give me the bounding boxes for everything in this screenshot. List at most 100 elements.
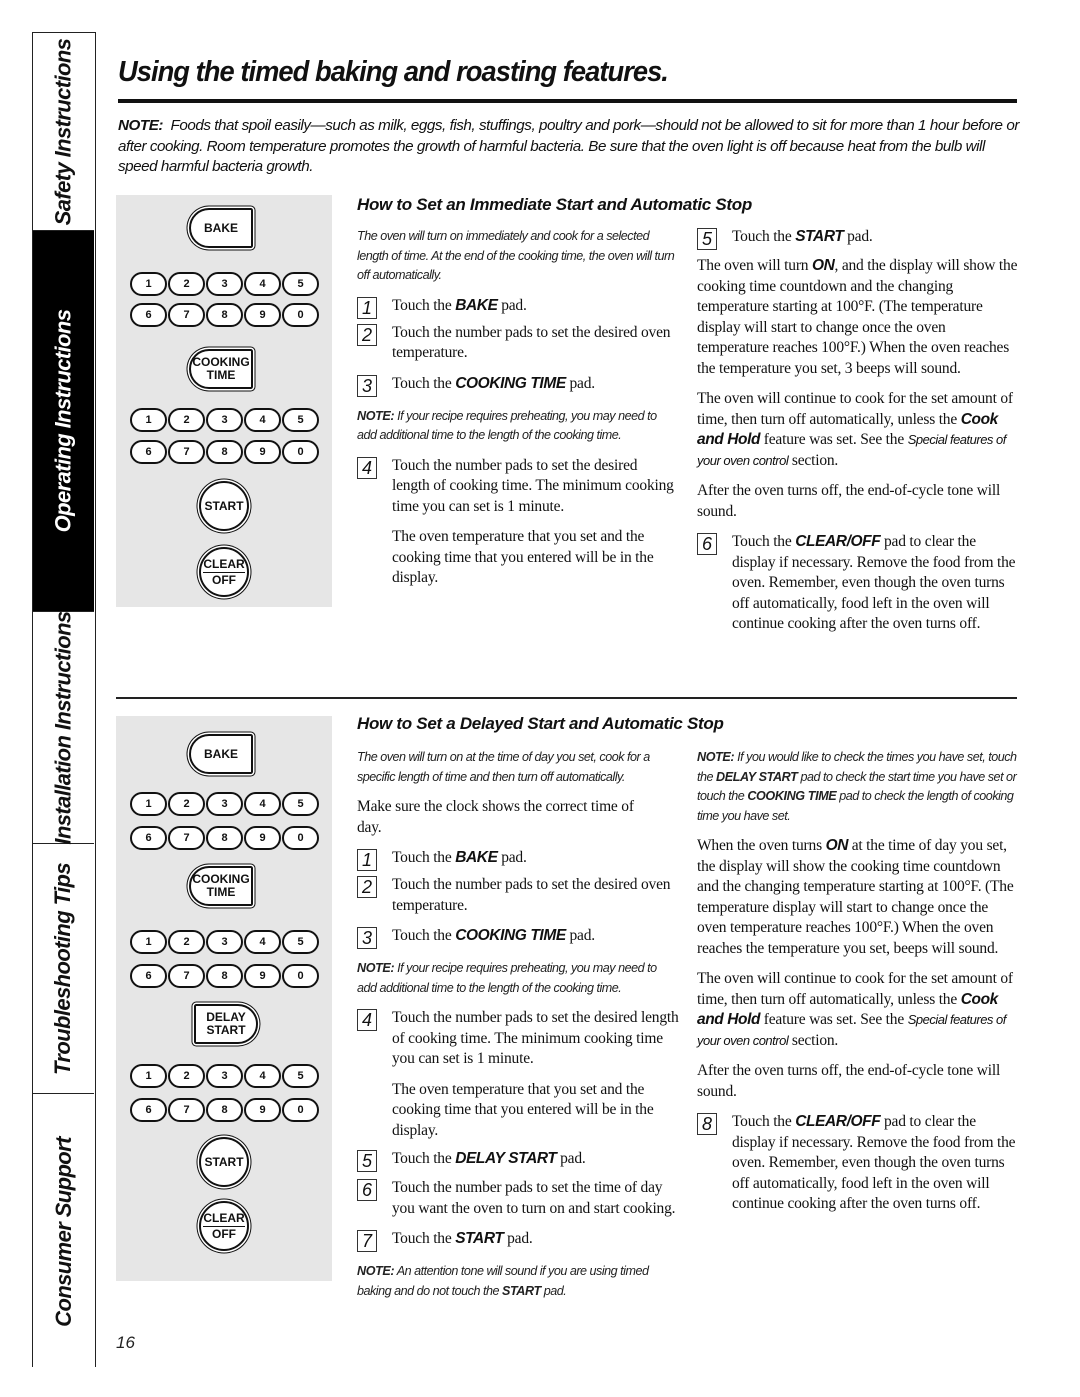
number-pad[interactable]: 8	[206, 303, 243, 327]
number-pad[interactable]: 2	[168, 1064, 205, 1088]
number-pad[interactable]: 1	[130, 272, 167, 296]
number-pad[interactable]: 8	[206, 1098, 243, 1122]
number-pad[interactable]: 7	[168, 303, 205, 327]
number-pad[interactable]: 4	[244, 792, 281, 816]
pad-label: BAKE	[203, 746, 238, 761]
step-number: 6	[357, 1179, 377, 1201]
clock-check-paragraph: Make sure the clock shows the correct ti…	[357, 798, 634, 836]
tab-label: Installation Instructions	[50, 610, 76, 845]
tab-consumer-support[interactable]: Consumer Support	[33, 1094, 94, 1369]
number-pad[interactable]: 2	[168, 792, 205, 816]
number-pad[interactable]: 2	[168, 272, 205, 296]
number-pad[interactable]: 0	[282, 826, 319, 850]
number-pad[interactable]: 2	[168, 930, 205, 954]
number-pad[interactable]: 3	[206, 408, 243, 432]
number-pad[interactable]: 9	[244, 440, 281, 464]
tab-troubleshooting-tips[interactable]: Troubleshooting Tips	[33, 844, 94, 1094]
pad-label: START	[204, 1154, 244, 1169]
tab-operating-instructions[interactable]: Operating Instructions	[33, 231, 94, 612]
number-pad[interactable]: 9	[244, 1098, 281, 1122]
step-text-part: pad.	[497, 296, 527, 314]
start-pad[interactable]: START	[199, 1137, 249, 1187]
number-pad[interactable]: 8	[206, 964, 243, 988]
step-text-part: Touch the	[732, 1113, 796, 1130]
number-pad[interactable]: 4	[244, 930, 281, 954]
number-pad[interactable]: 7	[168, 964, 205, 988]
step-text: Touch the number pads to set the desired…	[392, 1009, 679, 1067]
step-2: 2 Touch the number pads to set the desir…	[357, 323, 677, 364]
number-pad[interactable]: 0	[282, 964, 319, 988]
number-pad[interactable]: 7	[168, 440, 205, 464]
number-pad[interactable]: 1	[130, 408, 167, 432]
number-pad[interactable]: 0	[282, 440, 319, 464]
pad-label: CLEAR OFF	[203, 557, 245, 587]
note-label: NOTE:	[357, 408, 395, 423]
end-tone-paragraph: After the oven turns off, the end-of-cyc…	[697, 1062, 1001, 1100]
pad-name: DELAY START	[716, 769, 798, 784]
bake-pad[interactable]: BAKE	[189, 734, 253, 774]
number-pad[interactable]: 1	[130, 930, 167, 954]
number-pad[interactable]: 3	[206, 1064, 243, 1088]
para-part: feature was set. See the	[760, 431, 908, 448]
pad-label-line: TIME	[206, 368, 236, 382]
delay-start-pad[interactable]: DELAY START	[194, 1004, 258, 1044]
number-pad[interactable]: 3	[206, 272, 243, 296]
oven-on-paragraph: The oven will turn ON, and the display w…	[697, 256, 1019, 379]
number-pad[interactable]: 9	[244, 303, 281, 327]
number-pad[interactable]: 8	[206, 440, 243, 464]
step-text: Touch the number pads to set the desired…	[392, 456, 674, 515]
start-pad[interactable]: START	[199, 481, 249, 531]
cooking-time-pad[interactable]: COOKING TIME	[189, 349, 253, 389]
pad-label: BAKE	[203, 220, 238, 235]
number-pad[interactable]: 6	[130, 964, 167, 988]
number-pad[interactable]: 7	[168, 826, 205, 850]
number-pad[interactable]: 6	[130, 303, 167, 327]
number-pad[interactable]: 1	[130, 792, 167, 816]
tab-label: Troubleshooting Tips	[50, 862, 76, 1075]
tab-installation-instructions[interactable]: Installation Instructions	[33, 610, 94, 845]
number-pad[interactable]: 5	[282, 272, 319, 296]
number-pad-row: 6 7 8 9 0	[130, 440, 322, 464]
number-pad[interactable]: 3	[206, 930, 243, 954]
number-pad[interactable]: 5	[282, 930, 319, 954]
step-5: 5 Touch the DELAY START pad.	[357, 1149, 679, 1172]
clear-off-pad[interactable]: CLEAR OFF	[199, 547, 249, 597]
number-pad[interactable]: 7	[168, 1098, 205, 1122]
tab-label: Consumer Support	[50, 1136, 76, 1327]
number-pad[interactable]: 6	[130, 440, 167, 464]
number-pad[interactable]: 6	[130, 1098, 167, 1122]
step-number: 1	[357, 296, 377, 319]
number-pad[interactable]: 4	[244, 408, 281, 432]
immediate-right-column: 5 Touch the START pad. The oven will tur…	[697, 227, 1019, 645]
delayed-start-heading: How to Set a Delayed Start and Automatic…	[357, 714, 724, 733]
number-pad[interactable]: 6	[130, 826, 167, 850]
page-title: Using the timed baking and roasting feat…	[118, 56, 669, 88]
number-pad[interactable]: 4	[244, 272, 281, 296]
cooking-time-pad[interactable]: COOKING TIME	[189, 866, 253, 906]
number-pad[interactable]: 9	[244, 964, 281, 988]
step-6: 6 Touch the number pads to set the time …	[357, 1178, 679, 1219]
number-pad[interactable]: 5	[282, 792, 319, 816]
bake-pad[interactable]: BAKE	[189, 208, 253, 248]
clear-off-pad[interactable]: CLEAR OFF	[199, 1201, 249, 1251]
pad-name: COOKING TIME	[455, 374, 566, 392]
number-pad[interactable]: 8	[206, 826, 243, 850]
number-pad[interactable]: 3	[206, 792, 243, 816]
pad-name: BAKE	[455, 849, 498, 866]
number-pad[interactable]: 9	[244, 826, 281, 850]
number-pad[interactable]: 0	[282, 1098, 319, 1122]
step-3: 3 Touch the COOKING TIME pad.	[357, 374, 677, 397]
number-pad[interactable]: 2	[168, 408, 205, 432]
number-pad[interactable]: 4	[244, 1064, 281, 1088]
step-text-part: Touch the	[392, 296, 456, 314]
number-pad[interactable]: 5	[282, 408, 319, 432]
tab-label: Safety Instructions	[50, 38, 76, 225]
pad-label: COOKING TIME	[192, 873, 249, 899]
number-pad[interactable]: 0	[282, 303, 319, 327]
step-4-detail: The oven temperature that you set and th…	[392, 1080, 654, 1139]
step-number: 8	[697, 1113, 717, 1135]
number-pad[interactable]: 5	[282, 1064, 319, 1088]
tab-safety-instructions[interactable]: Safety Instructions	[33, 33, 94, 231]
para-part: at the time of day you set, the display …	[697, 837, 1014, 957]
number-pad[interactable]: 1	[130, 1064, 167, 1088]
